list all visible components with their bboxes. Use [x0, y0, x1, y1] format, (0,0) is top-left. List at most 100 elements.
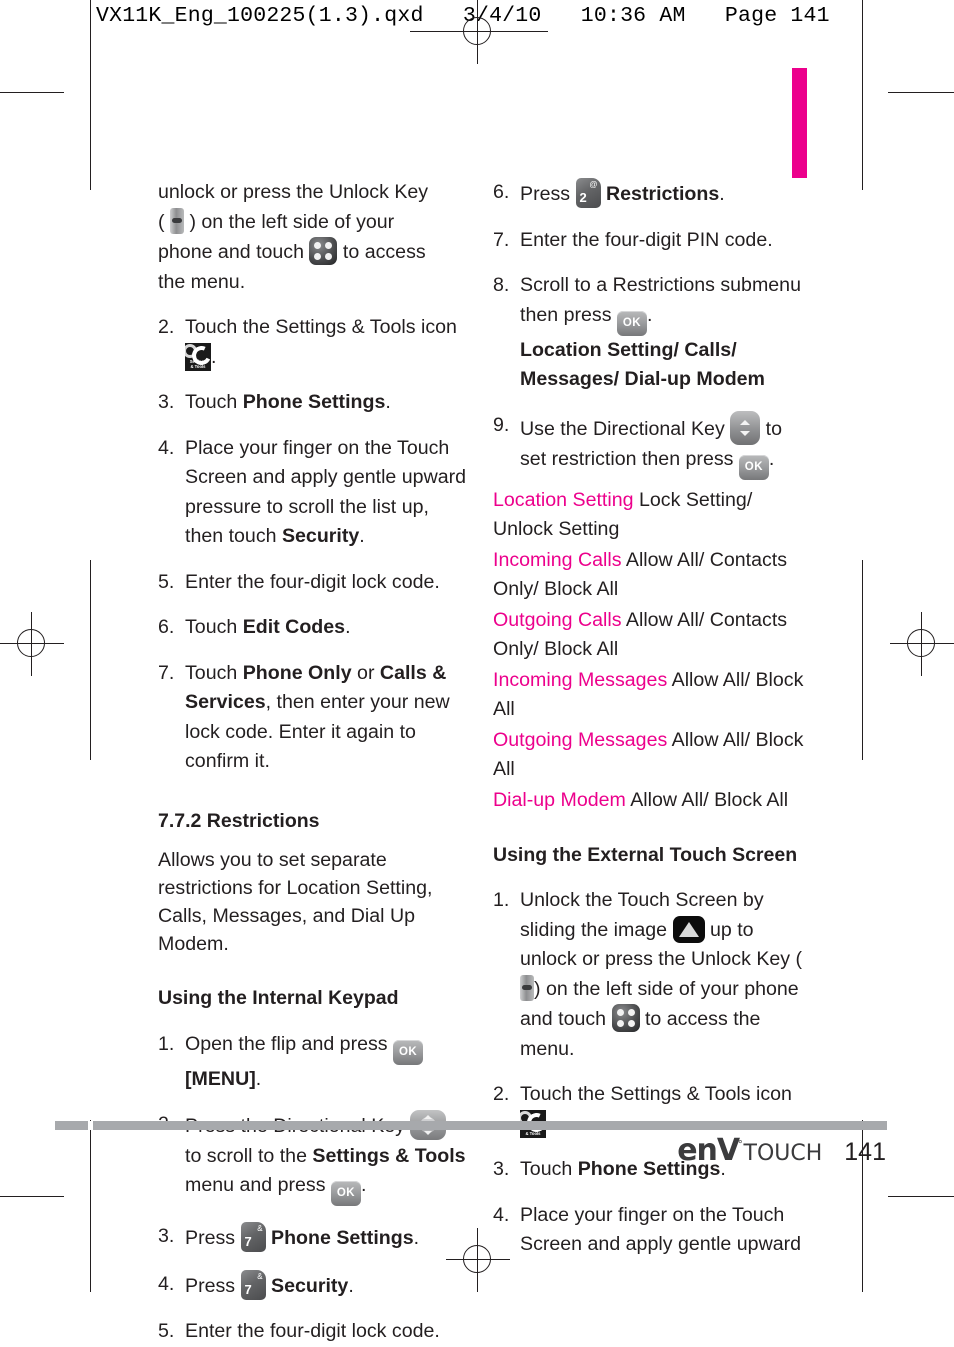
step-text: Open the flip and press — [185, 1032, 388, 1055]
ok-key-icon: OK — [393, 1039, 424, 1065]
step-number: 6. — [158, 616, 175, 638]
directional-key-vertical-icon — [730, 410, 761, 445]
step-number: 2. — [158, 316, 175, 338]
list-item: 4. Place your finger on the Touch Screen… — [493, 1201, 808, 1260]
chevron-down-icon — [424, 1131, 433, 1139]
list-item: 1. Open the flip and press OK [MENU]. — [158, 1030, 468, 1095]
trim-line-right-top — [862, 0, 863, 190]
list-item: 7. Touch Phone Only or Calls & Services,… — [158, 659, 468, 777]
brand-name-touch: TOUCH — [743, 1141, 823, 1166]
footer-rule — [55, 1121, 887, 1130]
step-body: Touch Edit Codes. — [185, 613, 468, 643]
step-body: Enter the four-digit PIN code. — [520, 228, 773, 251]
section-description: Allows you to set separate restrictions … — [158, 849, 433, 955]
step-continuation: unlock or press the Unlock Key ( ) on th… — [158, 178, 468, 297]
list-item: 3. Press 7 & Phone Settings. — [158, 1222, 468, 1254]
reg-circle — [17, 629, 45, 657]
step-bold-term: [MENU] — [185, 1067, 256, 1090]
brand-trademark-mark: ° — [738, 1139, 743, 1151]
step-text-end: . — [211, 345, 217, 368]
trim-line-right-mid — [862, 560, 863, 760]
step-bold-term: Security — [281, 525, 360, 547]
step-text: Press — [185, 1227, 236, 1249]
step-text: Touch — [185, 616, 243, 638]
step-body: Unlock the Touch Screen by sliding the i… — [520, 886, 808, 1064]
keypad-key-symbol: @ — [589, 180, 598, 189]
step-text: Press — [185, 1274, 236, 1297]
step-text-end: . — [255, 1067, 262, 1090]
section-heading: 7.7.2 Restrictions — [158, 809, 320, 832]
restriction-label: Dial-up Modem — [493, 788, 626, 811]
list-item: Dial-up Modem Allow All/ Block All — [493, 786, 808, 815]
step-bold-term: Phone Only — [242, 661, 352, 684]
step-bold-term: Security — [271, 1274, 349, 1297]
restrictions-options-list: Location Setting Lock Setting/ Unlock Se… — [493, 486, 808, 815]
crop-mark-top-left — [0, 92, 64, 93]
list-item: Incoming Calls Allow All/ Contacts Only/… — [493, 546, 808, 604]
step-number: 7. — [158, 661, 175, 684]
step-text: Touch — [185, 391, 243, 413]
list-item: Location Setting Lock Setting/ Unlock Se… — [493, 486, 808, 544]
step-body: Press 7 & Phone Settings. — [185, 1222, 468, 1254]
step-body: Scroll to a Restrictions submenu then pr… — [520, 271, 808, 395]
step-number: 9. — [493, 413, 510, 436]
continuation-line1: unlock or press the Unlock Key — [158, 181, 429, 203]
list-item: 6. Touch Edit Codes. — [158, 613, 468, 643]
reg-circle — [463, 17, 491, 45]
step-text-c: menu and press — [185, 1174, 326, 1196]
step-text-end: . — [719, 183, 725, 205]
restriction-label: Location Setting — [493, 488, 634, 511]
step-number: 5. — [158, 570, 175, 593]
step-number: 3. — [158, 391, 175, 413]
step-body: Open the flip and press OK [MENU]. — [185, 1030, 468, 1095]
step-body: Enter the four-digit lock code. — [185, 1320, 440, 1342]
restriction-label: Incoming Messages — [493, 668, 668, 691]
step-bold-term: Settings & Tools — [312, 1144, 466, 1167]
brand-name-env: enV — [677, 1133, 740, 1168]
list-item: 4. Place your finger on the Touch Screen… — [158, 434, 468, 552]
step-number: 1. — [158, 1032, 175, 1055]
restriction-label: Outgoing Messages — [493, 728, 668, 751]
settings-tools-icon-label: Settings& Tools — [189, 359, 207, 369]
continuation-line3b: to access — [342, 241, 426, 263]
step-body: Touch the Settings & Tools icon Settings… — [520, 1080, 808, 1139]
step-text-end: . — [345, 616, 351, 638]
keypad-key-digit: 7 — [244, 1234, 252, 1249]
keypad-key-symbol: & — [257, 1224, 263, 1233]
step-text: Touch — [185, 661, 243, 684]
triangle-up-icon — [678, 921, 699, 937]
list-item: 2. Touch the Settings & Tools icon Setti… — [158, 313, 468, 372]
keypad-key-digit: 2 — [579, 190, 587, 205]
registration-mark-left — [0, 612, 64, 676]
step-text: Scroll to a Restrictions submenu then pr… — [520, 274, 801, 326]
step-body: Touch Phone Settings. — [185, 388, 468, 418]
step-text-b: to scroll to the — [185, 1144, 313, 1167]
keypad-key-symbol: & — [257, 1271, 263, 1281]
registration-mark-right — [890, 612, 954, 676]
step-number: 6. — [493, 181, 510, 203]
step-continuation-body: unlock or press the Unlock Key ( ) on th… — [158, 178, 468, 297]
step-number: 7. — [493, 228, 510, 251]
step-text-end: . — [413, 1227, 420, 1249]
ok-key-icon: OK — [738, 454, 769, 480]
subsection-heading-external-touch-screen: Using the External Touch Screen — [493, 843, 798, 866]
footer-brand: enV ° TOUCH 141 — [677, 1133, 886, 1168]
chevron-down-icon — [740, 430, 751, 441]
step-body: Place your finger on the Touch Screen an… — [185, 434, 468, 552]
trim-line-left-top — [90, 0, 91, 190]
step-number: 8. — [493, 274, 510, 296]
restriction-label: Incoming Calls — [493, 548, 622, 571]
step-bold-term: Restrictions — [606, 183, 720, 205]
list-item: 4. Press 7 & Security. — [158, 1269, 468, 1302]
list-item: 6. Press 2 @ Restrictions. — [493, 178, 808, 210]
step-body: Touch the Settings & Tools icon Settings… — [185, 313, 468, 372]
list-item: 5. Enter the four-digit lock code. — [158, 1317, 468, 1347]
continuation-paren-open: ( — [158, 210, 165, 233]
step-number: 4. — [158, 436, 175, 459]
list-item: Outgoing Messages Allow All/ Block All — [493, 726, 808, 784]
page-number: 141 — [844, 1138, 886, 1166]
step-body: Touch Phone Only or Calls & Services, th… — [185, 659, 468, 777]
step-number: 4. — [158, 1272, 175, 1295]
ok-key-icon: OK — [330, 1181, 361, 1206]
list-item: 7. Enter the four-digit PIN code. — [493, 226, 808, 256]
